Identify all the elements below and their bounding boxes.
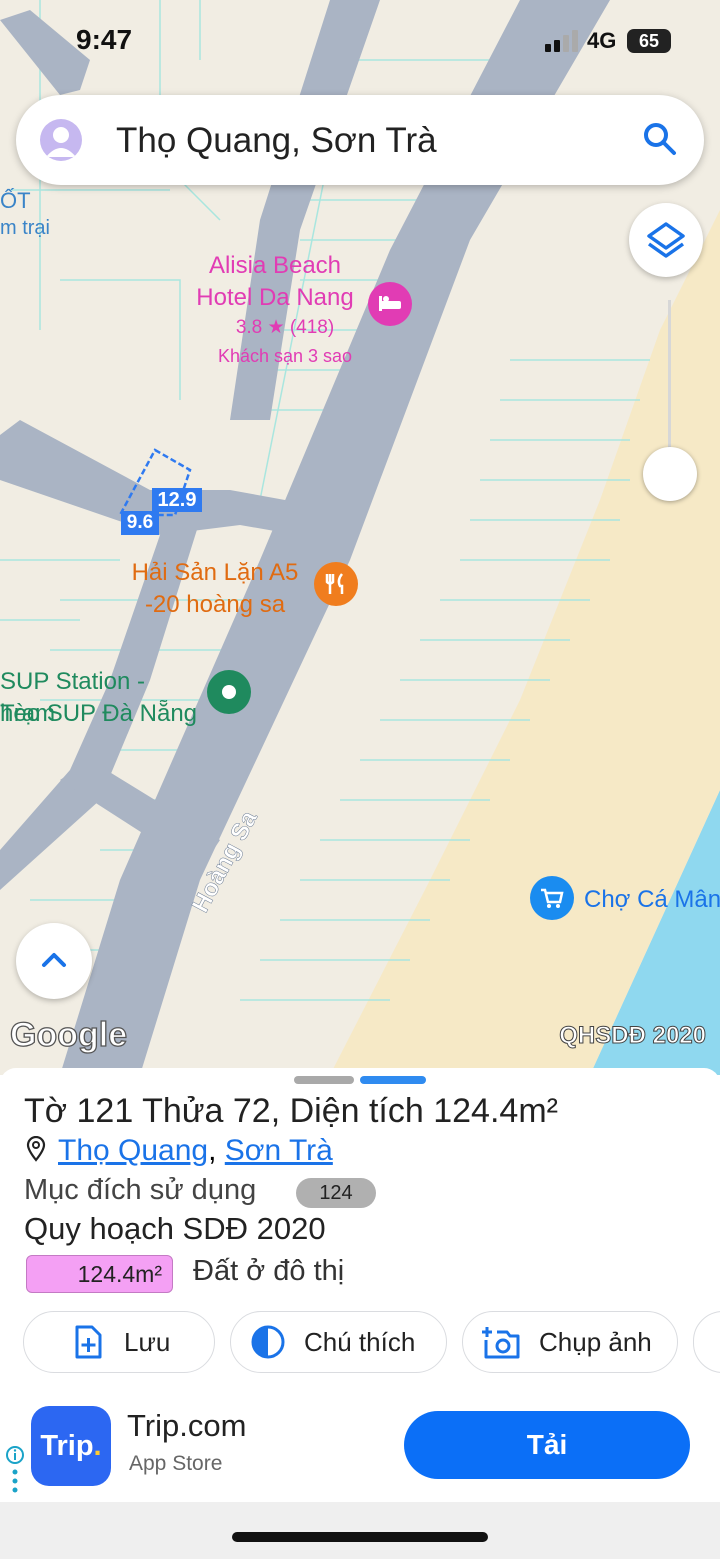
sheet-handle-active[interactable]: [360, 1076, 426, 1084]
hotel-pin[interactable]: [368, 282, 412, 326]
sheet-handle[interactable]: [294, 1076, 354, 1084]
plan-land-type: Đất ở đô thị: [193, 1255, 345, 1287]
place-dot-icon: [222, 685, 236, 699]
location-separator: ,: [208, 1134, 225, 1167]
fork-knife-icon: [325, 573, 344, 594]
title-thua: Thửa: [133, 1092, 233, 1130]
parcel-info-sheet[interactable]: Tờ 121 Thửa 72, Diện tích 124.4m² Thọ Qu…: [0, 1068, 720, 1559]
ad-app-name[interactable]: Trip.com: [127, 1408, 246, 1444]
parcel-title: Tờ 121 Thửa 72, Diện tích 124.4m²: [24, 1092, 558, 1131]
home-indicator-area: [0, 1502, 720, 1559]
opacity-slider-handle[interactable]: [643, 447, 697, 501]
hotel-class: Khách sạn 3 sao: [217, 346, 353, 366]
plan-title: Quy hoạch SDĐ 2020: [24, 1211, 326, 1246]
photo-button[interactable]: Chụp ảnh: [462, 1311, 678, 1373]
photo-button-label: Chụp ảnh: [539, 1326, 652, 1357]
avatar[interactable]: [40, 119, 82, 161]
layers-icon: [647, 222, 685, 258]
search-bar[interactable]: Thọ Quang, Sơn Trà: [16, 95, 704, 185]
location-pin-icon: [26, 1136, 46, 1162]
market-pin[interactable]: [530, 876, 574, 920]
legend-button-label: Chú thích: [304, 1326, 416, 1357]
google-logo: Google: [9, 1015, 128, 1054]
trip-app-icon[interactable]: Trip.: [31, 1406, 111, 1486]
add-file-icon: [75, 1325, 102, 1359]
title-to: Tờ: [24, 1092, 77, 1130]
status-bar: 9:47 4G 65: [0, 0, 720, 80]
save-button[interactable]: Lưu: [23, 1311, 215, 1373]
app-icon-dot: .: [93, 1430, 102, 1462]
purpose-code-badge: 124: [296, 1178, 376, 1208]
purpose-label: Mục đích sử dụng: [24, 1174, 257, 1206]
plan-area-badge: 124.4m²: [26, 1255, 173, 1293]
action-buttons-row: Lưu Chú thích Chụp ảnh: [0, 1311, 720, 1375]
app-icon-text: Trip: [40, 1430, 94, 1462]
search-input[interactable]: Thọ Quang, Sơn Trà: [116, 121, 437, 161]
battery-icon: 65: [627, 29, 671, 53]
left-edge-label-2[interactable]: m trại: [0, 212, 50, 244]
ad-store-name: App Store: [129, 1452, 223, 1475]
ward-link[interactable]: Thọ Quang: [58, 1134, 208, 1167]
more-actions-button[interactable]: [693, 1311, 720, 1373]
hotel-name-line-1[interactable]: Alisia Beach: [160, 250, 390, 282]
parcel-dimension-top: 12.9: [152, 488, 202, 512]
parcel-dimension-left: 9.6: [121, 511, 159, 535]
chevron-up-icon: [42, 953, 66, 967]
title-thua-number: 72: [232, 1092, 271, 1130]
user-icon: [46, 127, 76, 157]
save-button-label: Lưu: [124, 1326, 171, 1357]
install-button[interactable]: Tải: [404, 1411, 690, 1479]
cart-icon: [541, 888, 564, 908]
ad-info-icon[interactable]: [6, 1446, 24, 1494]
sup-station-pin[interactable]: [207, 670, 251, 714]
location-row: Thọ Quang, Sơn Trà: [24, 1134, 333, 1168]
bed-icon: [379, 296, 401, 311]
hotel-name-line-2[interactable]: Hotel Da Nang: [160, 282, 390, 314]
network-type: 4G: [587, 28, 617, 53]
sup-station-name-line-2[interactable]: hèo SUP Đà Nẵng: [0, 698, 200, 730]
overlay-label: QHSDĐ 2020: [559, 1022, 707, 1050]
map-layers-button[interactable]: [629, 203, 703, 277]
signal-icon: [545, 30, 578, 52]
title-to-number: 121: [76, 1092, 134, 1130]
contrast-icon: [251, 1325, 285, 1359]
expand-button[interactable]: [16, 923, 92, 999]
add-camera-icon: [482, 1327, 520, 1359]
legend-button[interactable]: Chú thích: [230, 1311, 447, 1373]
search-icon[interactable]: [642, 121, 678, 157]
home-indicator[interactable]: [232, 1532, 488, 1542]
restaurant-pin[interactable]: [314, 562, 358, 606]
map-view[interactable]: 9:47 4G 65 Thọ Quang, Sơn Trà ỐT m trại …: [0, 0, 720, 1075]
title-area: , Diện tích 124.4m²: [270, 1092, 558, 1130]
restaurant-name-line-1[interactable]: Hải Sản Lặn A5: [110, 557, 320, 589]
restaurant-name-line-2[interactable]: -20 hoàng sa: [120, 589, 310, 621]
market-name[interactable]: Chợ Cá Mân: [584, 884, 720, 916]
status-time: 9:47: [76, 24, 133, 55]
district-link[interactable]: Sơn Trà: [225, 1134, 333, 1167]
ad-banner[interactable]: Trip. Trip.com App Store Tải: [0, 1394, 720, 1504]
